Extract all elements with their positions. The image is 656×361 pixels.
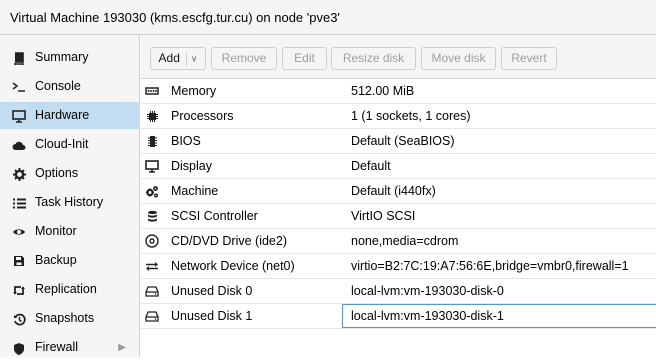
hardware-row-label: Memory [171, 84, 217, 98]
hdd-icon [145, 284, 159, 298]
sidebar-item-cloud-init[interactable]: Cloud-Init [0, 131, 140, 158]
move-disk-button-label: Move disk [431, 51, 486, 65]
remove-button-label: Remove [221, 51, 267, 65]
hardware-row-value: 1 (1 sockets, 1 cores) [351, 109, 471, 123]
shield-icon [12, 341, 26, 355]
sidebar-item-snapshots[interactable]: Snapshots [0, 305, 140, 332]
hardware-row-value: 512.00 MiB [351, 84, 415, 98]
window-titlebar: Virtual Machine 193030 (kms.escfg.tur.cu… [0, 0, 656, 35]
sidebar-item-label: Console [35, 79, 81, 93]
desktop-icon [145, 159, 159, 173]
revert-button[interactable]: Revert [501, 47, 557, 70]
hardware-row-network-device[interactable]: Network Device (net0) virtio=B2:7C:19:A7… [141, 254, 656, 279]
hardware-row-label: BIOS [171, 134, 201, 148]
add-button[interactable]: Add ∨ [150, 47, 206, 70]
hardware-row-display[interactable]: Display Default [141, 154, 656, 179]
hardware-row-cd-dvd-drive[interactable]: CD/DVD Drive (ide2) none,media=cdrom [141, 229, 656, 254]
remove-button[interactable]: Remove [211, 47, 277, 70]
resize-disk-button-label: Resize disk [342, 51, 405, 65]
hardware-row-label: Unused Disk 1 [171, 309, 253, 323]
sidebar-item-label: Replication [35, 282, 97, 296]
cdrom-icon [145, 234, 159, 248]
hardware-row-label: Unused Disk 0 [171, 284, 253, 298]
sidebar-item-label: Hardware [35, 108, 90, 122]
hardware-row-label: Display [171, 159, 212, 173]
sidebar: Summary Console Hardware Cloud-Init Opti… [0, 35, 140, 357]
sidebar-item-label: Task History [35, 195, 104, 209]
sidebar-item-options[interactable]: Options [0, 160, 140, 187]
cpu-icon [145, 109, 159, 123]
exchange-icon [145, 259, 159, 273]
resize-disk-button[interactable]: Resize disk [331, 47, 416, 70]
monitor-icon [12, 109, 26, 123]
hardware-row-value: Default (SeaBIOS) [351, 134, 455, 148]
database-icon [145, 209, 159, 223]
sidebar-item-label: Options [35, 166, 79, 180]
sidebar-item-replication[interactable]: Replication [0, 276, 140, 303]
edit-button-label: Edit [294, 51, 315, 65]
hardware-row-value: virtio=B2:7C:19:A7:56:6E,bridge=vmbr0,fi… [351, 259, 629, 273]
edit-button[interactable]: Edit [282, 47, 327, 70]
hardware-row-scsi-controller[interactable]: SCSI Controller VirtIO SCSI [141, 204, 656, 229]
history-icon [12, 312, 26, 326]
cloud-icon [12, 138, 26, 152]
terminal-icon [12, 80, 26, 94]
sidebar-item-backup[interactable]: Backup [0, 247, 140, 274]
hardware-row-machine[interactable]: Machine Default (i440fx) [141, 179, 656, 204]
retweet-icon [12, 283, 26, 297]
revert-button-label: Revert [511, 51, 547, 65]
gear-icon [12, 167, 26, 181]
hardware-row-bios[interactable]: BIOS Default (SeaBIOS) [141, 129, 656, 154]
sidebar-item-label: Firewall [35, 340, 79, 354]
hardware-row-label: Network Device (net0) [171, 259, 295, 273]
sidebar-item-summary[interactable]: Summary [0, 44, 140, 71]
hardware-row-label: Machine [171, 184, 219, 198]
chevron-down-icon: ∨ [190, 53, 198, 64]
floppy-icon [12, 254, 26, 268]
hardware-grid: Memory 512.00 MiB Processors 1 (1 socket… [141, 79, 656, 357]
hdd-icon [145, 309, 159, 323]
sidebar-item-label: Summary [35, 50, 89, 64]
window-title: Virtual Machine 193030 (kms.escfg.tur.cu… [10, 10, 340, 25]
hardware-row-unused-disk-1[interactable]: Unused Disk 1 local-lvm:vm-193030-disk-1 [141, 304, 656, 329]
hardware-row-processors[interactable]: Processors 1 (1 sockets, 1 cores) [141, 104, 656, 129]
sidebar-item-hardware[interactable]: Hardware [0, 102, 140, 129]
hardware-row-value: Default [351, 159, 391, 173]
microchip-icon [145, 134, 159, 148]
sidebar-item-label: Snapshots [35, 311, 95, 325]
hardware-row-value: local-lvm:vm-193030-disk-0 [351, 284, 504, 298]
cogs-icon [145, 184, 159, 198]
hardware-row-label: SCSI Controller [171, 209, 258, 223]
sidebar-item-task-history[interactable]: Task History [0, 189, 140, 216]
eye-icon [12, 225, 26, 239]
sidebar-item-label: Cloud-Init [35, 137, 89, 151]
move-disk-button[interactable]: Move disk [421, 47, 496, 70]
hardware-row-label: Processors [171, 109, 234, 123]
hardware-row-value: Default (i440fx) [351, 184, 436, 198]
hardware-row-label: CD/DVD Drive (ide2) [171, 234, 287, 248]
toolbar: Add ∨ Remove Edit Resize disk Move disk R… [141, 35, 656, 79]
memory-icon [145, 84, 159, 98]
sidebar-item-label: Backup [35, 253, 77, 267]
hardware-row-value: VirtIO SCSI [351, 209, 416, 223]
sidebar-item-console[interactable]: Console [0, 73, 140, 100]
hardware-row-value: local-lvm:vm-193030-disk-1 [351, 309, 504, 323]
list-icon [12, 196, 26, 210]
add-button-label: Add [158, 51, 180, 65]
hardware-row-memory[interactable]: Memory 512.00 MiB [141, 79, 656, 104]
sidebar-item-monitor[interactable]: Monitor [0, 218, 140, 245]
hardware-row-value: none,media=cdrom [351, 234, 459, 248]
sidebar-item-label: Monitor [35, 224, 77, 238]
book-icon [12, 51, 26, 65]
hardware-row-unused-disk-0[interactable]: Unused Disk 0 local-lvm:vm-193030-disk-0 [141, 279, 656, 304]
